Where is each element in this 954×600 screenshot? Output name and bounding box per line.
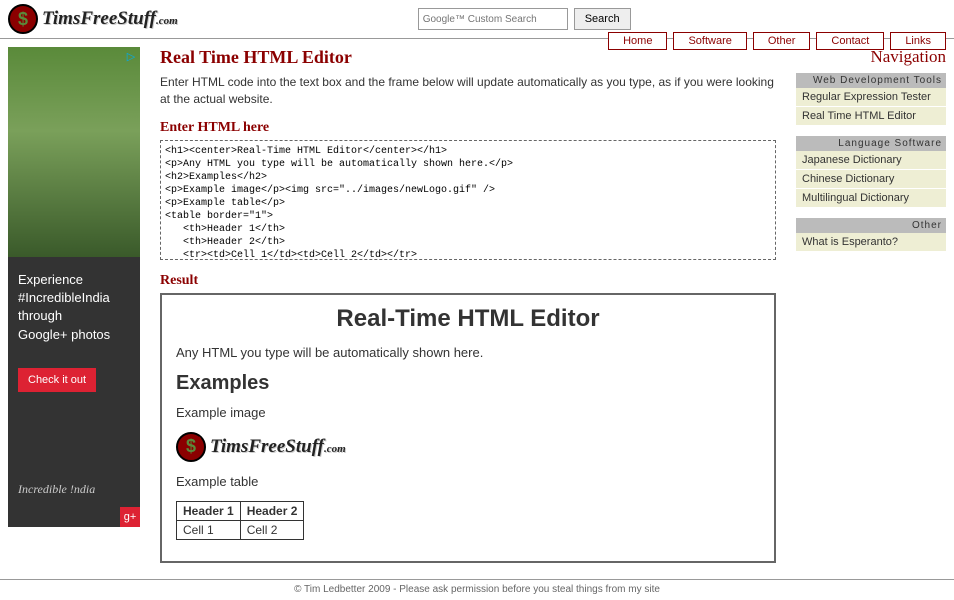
nav-group-webdev: Web Development Tools Regular Expression…: [796, 73, 946, 126]
tab-contact[interactable]: Contact: [816, 32, 884, 50]
result-logo: TimsFreeStuff.com: [176, 432, 760, 462]
nav-group-other: Other What is Esperanto?: [796, 218, 946, 252]
result-h2: Examples: [176, 372, 760, 395]
tab-other[interactable]: Other: [753, 32, 811, 50]
result-table: Header 1 Header 2 Cell 1 Cell 2: [176, 501, 304, 540]
page-title: Real Time HTML Editor: [160, 47, 776, 68]
table-header: Header 2: [240, 501, 304, 520]
ad-brand: Incredible !ndia: [18, 482, 95, 497]
tab-software[interactable]: Software: [673, 32, 746, 50]
table-header: Header 1: [177, 501, 241, 520]
search-button[interactable]: Search: [574, 8, 631, 30]
ad-cta-button[interactable]: Check it out: [18, 368, 96, 392]
result-p2: Example image: [176, 405, 760, 420]
logo-icon: [176, 432, 206, 462]
input-label: Enter HTML here: [160, 120, 776, 136]
right-nav: Navigation Web Development Tools Regular…: [796, 47, 946, 563]
table-cell: Cell 2: [240, 520, 304, 539]
result-p3: Example table: [176, 474, 760, 489]
table-cell: Cell 1: [177, 520, 241, 539]
site-logo[interactable]: TimsFreeStuff.com: [8, 4, 178, 34]
tab-links[interactable]: Links: [890, 32, 946, 50]
nav-item-multilingual[interactable]: Multilingual Dictionary: [796, 189, 946, 208]
nav-group-title: Other: [796, 218, 946, 233]
nav-item-chinese[interactable]: Chinese Dictionary: [796, 170, 946, 189]
ad-sidebar: ▷ Experience #IncredibleIndia through Go…: [8, 47, 140, 563]
content: ▷ Experience #IncredibleIndia through Go…: [0, 39, 954, 571]
nav-group-title: Web Development Tools: [796, 73, 946, 88]
gplus-icon[interactable]: g+: [120, 507, 140, 527]
ad-close-icon[interactable]: ▷: [124, 49, 138, 63]
result-logo-text: TimsFreeStuff.com: [210, 436, 346, 458]
tab-home[interactable]: Home: [608, 32, 667, 50]
result-frame[interactable]: Real-Time HTML Editor Any HTML you type …: [160, 293, 776, 563]
html-input[interactable]: [160, 140, 776, 260]
logo-text: TimsFreeStuff.com: [42, 8, 178, 30]
search-input[interactable]: [418, 8, 568, 30]
ad-image: [8, 47, 140, 257]
nav-title: Navigation: [796, 47, 946, 67]
footer: © Tim Ledbetter 2009 - Please ask permis…: [0, 579, 954, 599]
intro-text: Enter HTML code into the text box and th…: [160, 74, 776, 108]
ad-text: Experience #IncredibleIndia through Goog…: [8, 257, 140, 358]
header: TimsFreeStuff.com Search Home Software O…: [0, 0, 954, 39]
result-label: Result: [160, 273, 776, 289]
main-content: Real Time HTML Editor Enter HTML code in…: [160, 47, 776, 563]
nav-item-regex[interactable]: Regular Expression Tester: [796, 88, 946, 107]
result-h1: Real-Time HTML Editor: [176, 305, 760, 333]
logo-icon: [8, 4, 38, 34]
nav-item-html-editor[interactable]: Real Time HTML Editor: [796, 107, 946, 126]
nav-tabs: Home Software Other Contact Links: [608, 32, 946, 50]
search-area: Search: [418, 8, 631, 30]
nav-item-japanese[interactable]: Japanese Dictionary: [796, 151, 946, 170]
result-p1: Any HTML you type will be automatically …: [176, 345, 760, 360]
nav-group-title: Language Software: [796, 136, 946, 151]
nav-item-esperanto[interactable]: What is Esperanto?: [796, 233, 946, 252]
nav-group-language: Language Software Japanese Dictionary Ch…: [796, 136, 946, 208]
ad-box[interactable]: ▷ Experience #IncredibleIndia through Go…: [8, 47, 140, 527]
